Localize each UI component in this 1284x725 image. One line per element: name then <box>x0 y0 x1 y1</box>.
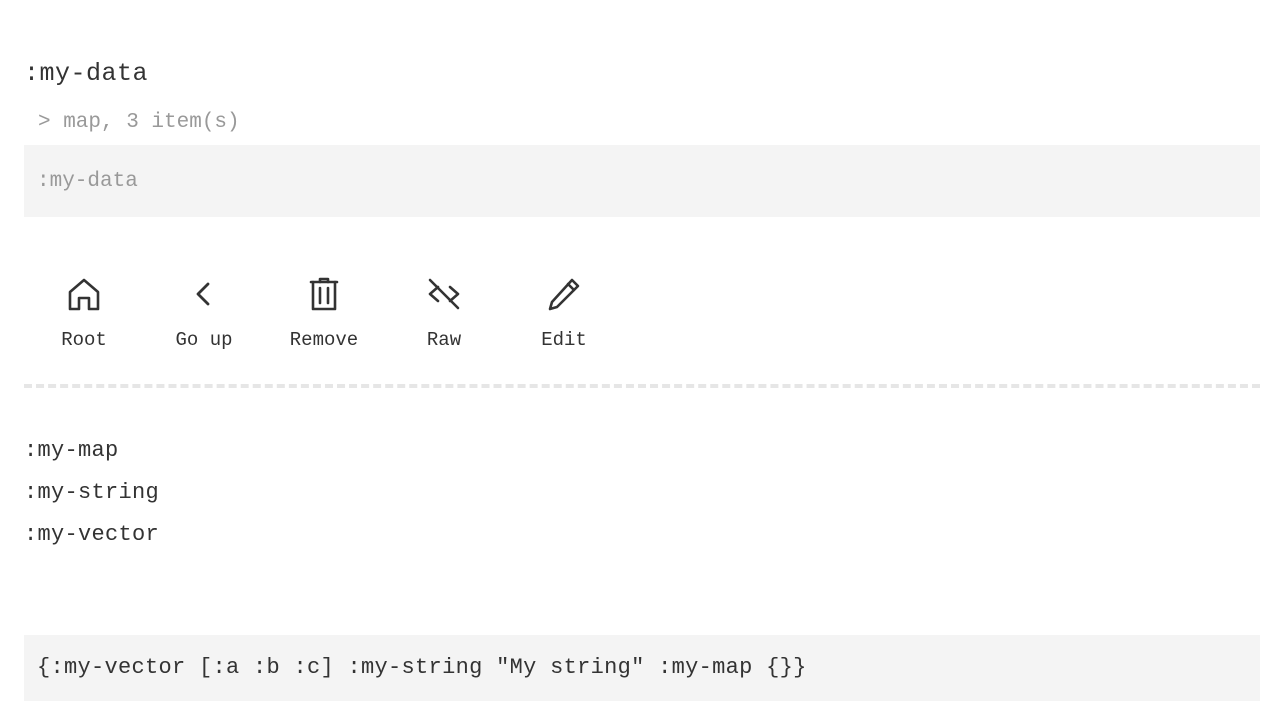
remove-button[interactable]: Remove <box>264 262 384 362</box>
remove-label: Remove <box>289 329 359 351</box>
home-icon <box>66 276 102 312</box>
raw-label: Raw <box>426 329 462 351</box>
toolbar: Root Go up Remove Raw Edit <box>24 262 624 362</box>
data-summary: > map, 3 item(s) <box>38 111 240 134</box>
code-off-icon <box>426 276 462 312</box>
trash-icon <box>306 276 342 312</box>
root-button[interactable]: Root <box>24 262 144 362</box>
go-up-label: Go up <box>175 329 233 351</box>
root-label: Root <box>61 329 107 351</box>
key-item-my-vector[interactable]: :my-vector <box>24 514 159 556</box>
edit-label: Edit <box>541 329 587 351</box>
key-item-my-map[interactable]: :my-map <box>24 430 159 472</box>
chevron-left-icon <box>186 276 222 312</box>
path-text: :my-data <box>37 170 138 193</box>
path-panel: :my-data <box>24 145 1260 217</box>
raw-button[interactable]: Raw <box>384 262 504 362</box>
pencil-icon <box>546 276 582 312</box>
page-title: :my-data <box>24 59 149 88</box>
go-up-button[interactable]: Go up <box>144 262 264 362</box>
section-divider <box>24 384 1260 388</box>
edit-button[interactable]: Edit <box>504 262 624 362</box>
key-item-my-string[interactable]: :my-string <box>24 472 159 514</box>
key-list: :my-map :my-string :my-vector <box>24 430 159 556</box>
raw-value-panel: {:my-vector [:a :b :c] :my-string "My st… <box>24 635 1260 701</box>
raw-value-text: {:my-vector [:a :b :c] :my-string "My st… <box>37 655 807 680</box>
